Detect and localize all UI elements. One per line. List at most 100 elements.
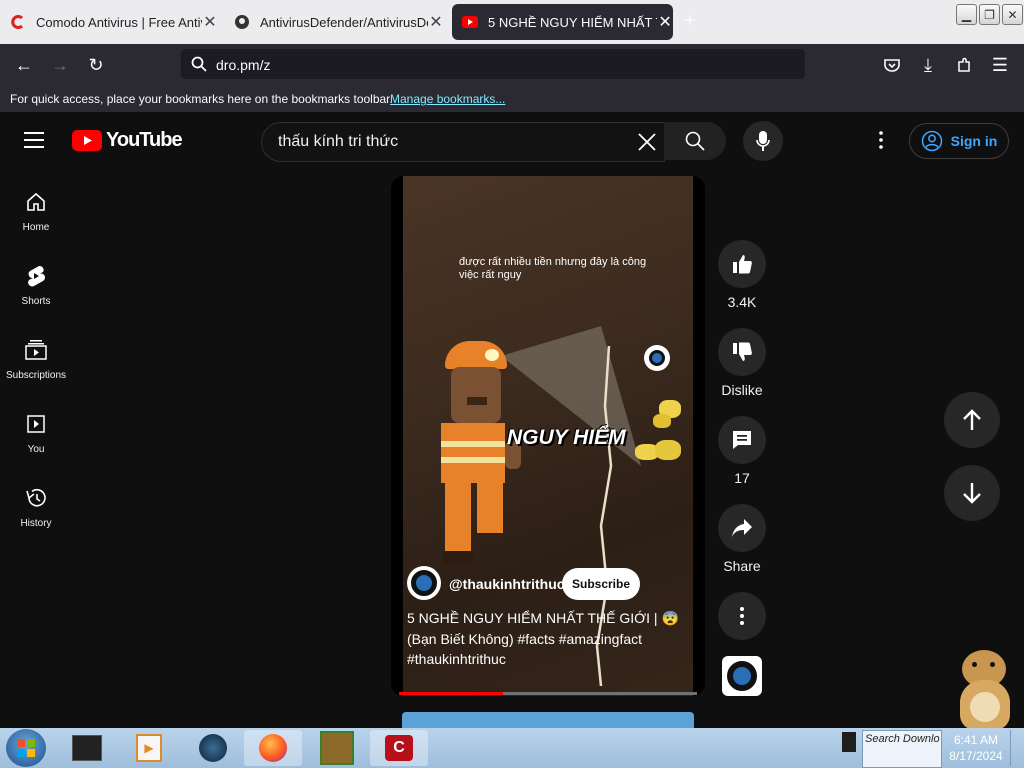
- youtube-icon: [462, 14, 478, 30]
- bookmarks-toolbar: For quick access, place your bookmarks h…: [0, 86, 1024, 112]
- extensions-icon[interactable]: [950, 52, 978, 78]
- show-hidden-icons-icon[interactable]: [842, 732, 856, 752]
- github-icon: [234, 14, 250, 30]
- taskbar-app-terminal[interactable]: [58, 730, 116, 766]
- minimize-button[interactable]: ▁: [956, 4, 977, 25]
- globe-icon: [199, 734, 227, 762]
- dislike-button[interactable]: [718, 328, 766, 376]
- search-query: thấu kính tri thức: [278, 133, 399, 150]
- sidebar-label: History: [20, 518, 52, 529]
- tab-comodo[interactable]: Comodo Antivirus | Free Antivirus ✕: [0, 4, 222, 40]
- sidebar-item-subscriptions[interactable]: Subscriptions: [0, 338, 72, 381]
- hamster-desktop-gadget: [952, 648, 1018, 730]
- subscriptions-icon: [25, 338, 47, 362]
- sign-in-button[interactable]: Sign in: [909, 123, 1009, 159]
- video-title[interactable]: 5 NGHỀ NGUY HIỂM NHẤT THẾ GIỚI | 😨 (Bạn …: [407, 608, 687, 670]
- channel-avatar[interactable]: [407, 566, 441, 600]
- video-title-line: (Bạn Biết Không) #facts #amazingfact: [407, 630, 643, 647]
- box-game-icon: [320, 731, 354, 765]
- arrow-up-icon: [963, 409, 981, 430]
- share-icon: [732, 519, 752, 537]
- close-icon[interactable]: ✕: [202, 12, 218, 32]
- share-button[interactable]: [718, 504, 766, 552]
- home-icon: [26, 190, 46, 214]
- miner-character: [431, 341, 521, 571]
- sidebar-item-home[interactable]: Home: [0, 190, 72, 233]
- sidebar-item-shorts[interactable]: Shorts: [0, 264, 72, 307]
- forward-arrow-icon[interactable]: →: [46, 52, 74, 78]
- clear-search-icon[interactable]: [638, 133, 656, 151]
- manage-bookmarks-link[interactable]: Manage bookmarks...: [390, 92, 505, 106]
- download-icon[interactable]: ⤓: [914, 52, 942, 78]
- channel-watermark-icon: [644, 345, 670, 371]
- like-button[interactable]: [718, 240, 766, 288]
- next-video-button[interactable]: [944, 465, 1000, 521]
- sidebar-label: Subscriptions: [5, 370, 67, 381]
- shorts-video-player[interactable]: được rất nhiều tiền nhưng đây là công vi…: [391, 176, 705, 696]
- video-overlay-text: NGUY HIỂM: [507, 426, 626, 449]
- sidebar-item-you[interactable]: You: [0, 412, 72, 455]
- taskbar-app-comodo[interactable]: C: [370, 730, 428, 766]
- tab-github[interactable]: AntivirusDefender/AntivirusDefender ✕: [224, 4, 446, 40]
- menu-icon[interactable]: ☰: [986, 52, 1014, 78]
- comodo-icon: [10, 14, 26, 30]
- restore-button[interactable]: ❐: [979, 4, 1000, 25]
- close-icon[interactable]: ✕: [657, 12, 673, 32]
- tab-title: AntivirusDefender/AntivirusDefender: [260, 14, 428, 30]
- url-bar[interactable]: dro.pm/z: [181, 49, 805, 79]
- previous-video-button[interactable]: [944, 392, 1000, 448]
- search-button[interactable]: [664, 122, 726, 160]
- more-options-icon[interactable]: [872, 130, 890, 155]
- progress-track[interactable]: [399, 692, 697, 695]
- history-icon: [25, 486, 47, 510]
- new-tab-button[interactable]: +: [684, 10, 696, 33]
- shorts-icon: [26, 264, 46, 288]
- progress-fill: [399, 692, 504, 695]
- clock-date: 8/17/2024: [949, 749, 1003, 763]
- sidebar-item-history[interactable]: History: [0, 486, 72, 529]
- subscribe-button[interactable]: Subscribe: [562, 568, 640, 600]
- you-icon: [26, 412, 46, 436]
- search-icon: [685, 131, 705, 151]
- pocket-icon[interactable]: [878, 52, 906, 78]
- tab-youtube-active[interactable]: 5 NGHỀ NGUY HIỂM NHẤT THẾ GIỚI ✕: [452, 4, 673, 40]
- comodo-icon: C: [385, 735, 413, 761]
- share-label: Share: [723, 558, 761, 574]
- window-close-button[interactable]: ✕: [1002, 4, 1023, 25]
- taskbar-app-firefox[interactable]: [244, 730, 302, 766]
- taskbar-search-box[interactable]: Search Downlo: [862, 730, 942, 768]
- like-count: 3.4K: [727, 294, 757, 310]
- voice-search-button[interactable]: [743, 121, 783, 161]
- search-input[interactable]: thấu kính tri thức: [261, 122, 665, 162]
- media-player-icon: ▶: [136, 734, 162, 762]
- system-clock[interactable]: 6:41 AM 8/17/2024: [946, 732, 1006, 764]
- comments-button[interactable]: [718, 416, 766, 464]
- tab-title: 5 NGHỀ NGUY HIỂM NHẤT THẾ GIỚI: [488, 14, 657, 30]
- firefox-icon: [259, 734, 287, 762]
- taskbar-app-globe[interactable]: [184, 730, 242, 766]
- video-title-line: #thaukinhtrithuc: [407, 651, 506, 667]
- video-subtitle: được rất nhiều tiền nhưng đây là công vi…: [459, 256, 647, 281]
- url-text: dro.pm/z: [216, 57, 271, 73]
- taskbar-app-media-player[interactable]: ▶: [120, 730, 178, 766]
- more-actions-button[interactable]: [718, 592, 766, 640]
- bookmarks-hint: For quick access, place your bookmarks h…: [10, 92, 393, 106]
- reload-icon[interactable]: ↻: [82, 52, 110, 78]
- next-video-preview[interactable]: [402, 712, 694, 728]
- more-vertical-icon: [740, 607, 744, 625]
- show-desktop-button[interactable]: [1010, 730, 1023, 766]
- taskbar-app-box[interactable]: [308, 730, 366, 766]
- channel-handle[interactable]: @thaukinhtrithuc: [449, 576, 565, 592]
- terminal-icon: [72, 735, 102, 761]
- gold-nuggets: [631, 396, 691, 476]
- video-title-line: 5 NGHỀ NGUY HIỂM NHẤT THẾ GIỚI | 😨: [407, 610, 679, 626]
- windows-logo-icon: [17, 739, 35, 757]
- back-arrow-icon[interactable]: ←: [10, 52, 38, 78]
- hamburger-menu-icon[interactable]: [24, 130, 48, 155]
- start-button[interactable]: [6, 729, 46, 767]
- comment-icon: [733, 431, 751, 449]
- channel-thumbnail-icon[interactable]: [722, 656, 762, 696]
- close-icon[interactable]: ✕: [428, 12, 444, 32]
- sidebar-label: You: [27, 444, 45, 455]
- youtube-logo[interactable]: YouTube: [72, 129, 183, 152]
